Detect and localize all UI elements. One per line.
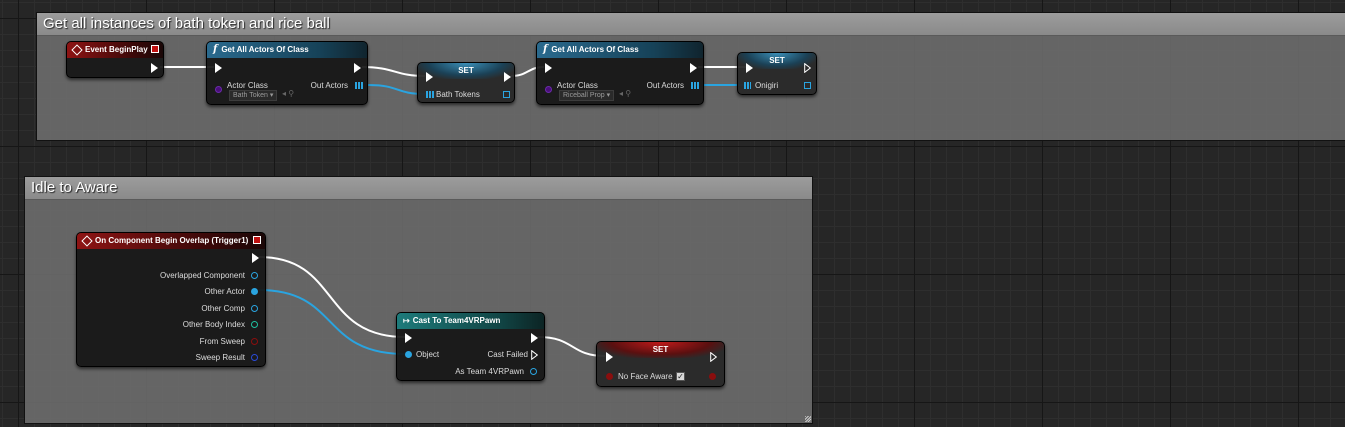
out-actors-array-pin[interactable]: [691, 82, 699, 89]
object-pin[interactable]: [405, 351, 412, 358]
exec-in-pin[interactable]: [426, 72, 433, 82]
set-onigiri-node[interactable]: SET Onigiri: [737, 52, 817, 95]
output-array-pin[interactable]: [503, 91, 510, 98]
comment-title[interactable]: Idle to Aware: [25, 177, 812, 200]
exec-in-pin[interactable]: [215, 63, 222, 73]
overlapped-component-pin[interactable]: [251, 272, 258, 279]
chevron-down-icon: ▾: [269, 92, 274, 99]
exec-out-pin[interactable]: [690, 63, 697, 73]
actor-class-pin[interactable]: [545, 86, 552, 93]
actor-class-dropdown[interactable]: Riceball Prop ▾: [559, 90, 615, 101]
exec-out-pin[interactable]: [531, 333, 538, 343]
get-all-actors-node-1[interactable]: f Get All Actors Of Class Actor Class Bat…: [206, 41, 368, 105]
node-title: Get All Actors Of Class: [551, 45, 639, 54]
chevron-down-icon: ▾: [606, 92, 611, 99]
actor-class-value: Bath Token: [233, 92, 268, 99]
node-header: f Get All Actors Of Class: [537, 42, 703, 58]
browse-icon[interactable]: ◂ ⚲: [282, 89, 294, 98]
exec-out-pin[interactable]: [151, 63, 158, 73]
exec-out-pin[interactable]: [804, 63, 811, 73]
cast-icon: ↦: [403, 316, 410, 325]
var-label: No Face Aware: [618, 372, 673, 381]
other-body-index-pin[interactable]: [251, 321, 258, 328]
sweep-result-pin[interactable]: [251, 354, 258, 361]
node-header: f Get All Actors Of Class: [207, 42, 367, 58]
node-title: SET: [458, 66, 474, 75]
comment-title[interactable]: Get all instances of bath token and rice…: [37, 13, 1345, 36]
actor-class-value: Riceball Prop: [563, 92, 605, 99]
from-sweep-pin[interactable]: [251, 338, 258, 345]
as-team4vrpawn-pin[interactable]: [530, 368, 537, 375]
input-array-pin[interactable]: [426, 91, 434, 98]
resize-handle[interactable]: [805, 416, 811, 422]
output-delegate-icon[interactable]: [253, 236, 261, 244]
function-icon: f: [543, 44, 548, 55]
node-title: Get All Actors Of Class: [221, 45, 309, 54]
exec-out-pin[interactable]: [504, 72, 511, 82]
bool-output-pin[interactable]: [709, 373, 716, 380]
pin-label-other-comp: Other Comp: [201, 304, 245, 313]
browse-icon[interactable]: ◂ ⚲: [619, 89, 631, 98]
cast-failed-exec-pin[interactable]: [531, 350, 538, 360]
set-bath-tokens-node[interactable]: SET Bath Tokens: [417, 62, 515, 103]
exec-in-pin[interactable]: [405, 333, 412, 343]
pin-label-actor-class: Actor Class: [227, 81, 268, 90]
no-face-aware-checkbox[interactable]: ✓: [676, 372, 685, 381]
exec-out-pin[interactable]: [710, 352, 717, 362]
set-no-face-aware-node[interactable]: SET No Face Aware ✓: [596, 341, 725, 387]
event-beginplay-node[interactable]: Event BeginPlay: [66, 41, 164, 78]
exec-out-pin[interactable]: [354, 63, 361, 73]
pin-label-overlapped-component: Overlapped Component: [160, 271, 245, 280]
pin-label-cast-failed: Cast Failed: [487, 350, 528, 359]
function-icon: f: [213, 44, 218, 55]
actor-class-pin[interactable]: [215, 86, 222, 93]
node-header: ↦ Cast To Team4VRPawn: [397, 313, 544, 329]
overlap-event-node[interactable]: On Component Begin Overlap (Trigger1) Ov…: [76, 232, 266, 367]
node-header: SET: [597, 342, 724, 358]
out-actors-array-pin[interactable]: [355, 82, 363, 89]
pin-label-other-actor: Other Actor: [204, 287, 245, 296]
pin-label-out-actors: Out Actors: [310, 81, 348, 90]
exec-in-pin[interactable]: [545, 63, 552, 73]
pin-label-as-team4vrpawn: As Team 4VRPawn: [455, 367, 524, 376]
other-comp-pin[interactable]: [251, 305, 258, 312]
output-array-pin[interactable]: [804, 82, 811, 89]
node-title: Event BeginPlay: [85, 45, 148, 54]
node-title: SET: [652, 345, 669, 354]
exec-out-pin[interactable]: [252, 253, 259, 263]
other-actor-pin[interactable]: [251, 288, 258, 295]
var-label: Onigiri: [755, 81, 779, 90]
input-array-pin[interactable]: [744, 82, 751, 89]
pin-label-from-sweep: From Sweep: [199, 337, 245, 346]
output-delegate-icon[interactable]: [151, 45, 159, 53]
actor-class-dropdown[interactable]: Bath Token ▾: [229, 90, 278, 101]
pin-label-sweep-result: Sweep Result: [195, 353, 245, 362]
exec-in-pin[interactable]: [746, 63, 753, 73]
node-header: On Component Begin Overlap (Trigger1): [77, 233, 265, 249]
pin-label-out-actors: Out Actors: [646, 81, 684, 90]
get-all-actors-node-2[interactable]: f Get All Actors Of Class Actor Class Ric…: [536, 41, 704, 105]
var-label: Bath Tokens: [436, 90, 480, 99]
bool-input-pin[interactable]: [606, 373, 613, 380]
pin-label-actor-class: Actor Class: [557, 81, 598, 90]
exec-in-pin[interactable]: [606, 352, 613, 362]
pin-label-object: Object: [416, 350, 440, 359]
node-title: On Component Begin Overlap (Trigger1): [95, 236, 249, 245]
node-title: Cast To Team4VRPawn: [412, 316, 501, 325]
cast-to-team4vrpawn-node[interactable]: ↦ Cast To Team4VRPawn Object Cast Failed …: [396, 312, 545, 381]
pin-label-other-body-index: Other Body Index: [182, 320, 245, 329]
node-title: SET: [769, 56, 785, 65]
